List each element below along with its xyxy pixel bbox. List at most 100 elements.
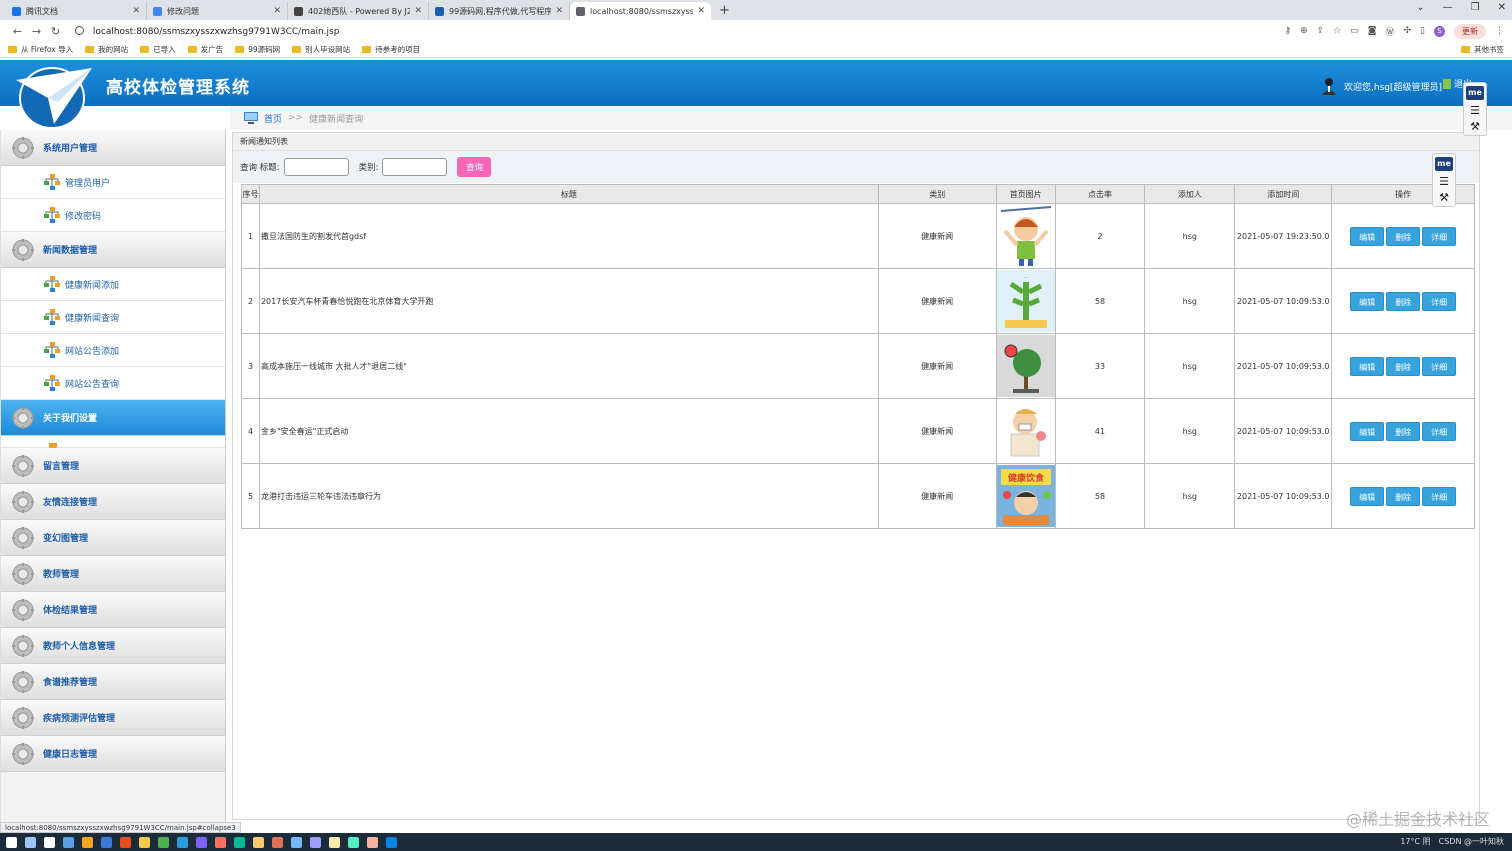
delete-button[interactable]: 删除 [1386, 356, 1421, 376]
browser-tab[interactable]: 402她西队 - Powered By J2eeF✕ [288, 2, 429, 20]
taskbar-app-icon[interactable] [291, 836, 302, 848]
taskbar-app-icon[interactable] [120, 836, 131, 848]
maximize-icon[interactable]: ❐ [1471, 2, 1480, 13]
bookmark-item[interactable]: 99源码网 [235, 44, 280, 55]
detail-button[interactable]: 详细 [1422, 291, 1457, 311]
back-icon[interactable]: ← [8, 25, 27, 38]
chevron-down-icon[interactable]: ⌄ [1416, 2, 1424, 13]
taskbar-app-icon[interactable] [386, 836, 397, 848]
camera-icon[interactable]: ◙ [1368, 26, 1377, 36]
sidebar-section-4[interactable]: 留言管理 [1, 448, 225, 484]
taskbar-app-icon[interactable] [272, 836, 283, 848]
reload-icon[interactable]: ↻ [46, 25, 65, 38]
delete-button[interactable]: 删除 [1386, 486, 1421, 506]
close-icon[interactable]: ✕ [132, 6, 140, 16]
sidebar-section-12[interactable]: 健康日志管理 [1, 736, 225, 772]
zoom-icon[interactable]: ⊕ [1300, 26, 1308, 36]
detail-button[interactable]: 详细 [1422, 226, 1457, 246]
taskbar-app-icon[interactable] [101, 836, 112, 848]
taskbar-app-icon[interactable] [63, 836, 74, 848]
bookmark-item[interactable]: 发广告 [187, 44, 223, 55]
sidebar-section-2[interactable]: 新闻数据管理 [1, 232, 225, 268]
edit-button[interactable]: 编辑 [1350, 421, 1385, 441]
windows-start-icon[interactable] [6, 836, 17, 848]
sidebar-section-6[interactable]: 变幻图管理 [1, 520, 225, 556]
sidebar-section-11[interactable]: 疾病预测评估管理 [1, 700, 225, 736]
close-window-icon[interactable]: ✕ [1498, 2, 1506, 13]
taskbar-app-icon[interactable] [234, 836, 245, 848]
list-icon[interactable]: ☰ [1439, 176, 1449, 187]
cast-icon[interactable]: ▭ [1350, 26, 1359, 36]
magic-wand-icon[interactable]: ⚒ [1470, 121, 1480, 132]
edit-button[interactable]: 编辑 [1350, 226, 1385, 246]
list-icon[interactable]: ☰ [1470, 105, 1480, 116]
detail-button[interactable]: 详细 [1422, 356, 1457, 376]
sidebar-icon[interactable]: ▯ [1420, 26, 1425, 36]
browser-tab[interactable]: 腾讯文档 ✕ [6, 2, 147, 20]
magic-wand-icon[interactable]: ⚒ [1439, 192, 1449, 203]
taskbar-app-icon[interactable] [158, 836, 169, 848]
delete-button[interactable]: 删除 [1386, 421, 1421, 441]
news-thumbnail-green-figure[interactable]: ··· [996, 270, 1055, 332]
news-thumbnail-sick-boy[interactable] [996, 400, 1055, 462]
bookmark-item[interactable]: 已导入 [140, 44, 176, 55]
edit-button[interactable]: 编辑 [1350, 486, 1385, 506]
site-info-icon[interactable] [75, 25, 84, 35]
me-extension-badge[interactable]: me [1466, 86, 1484, 100]
edit-button[interactable]: 编辑 [1350, 356, 1385, 376]
update-button[interactable]: 更新 [1454, 23, 1486, 39]
browser-tab[interactable]: 修改问题 ✕ [147, 2, 288, 20]
sidebar-section-3[interactable]: 关于我们设置 [1, 400, 225, 436]
taskbar-app-icon[interactable] [253, 836, 264, 848]
close-icon[interactable]: ✕ [414, 6, 422, 16]
detail-button[interactable]: 详细 [1422, 421, 1457, 441]
wordpress-icon[interactable]: Ⓦ [1385, 25, 1394, 38]
taskbar-app-icon[interactable] [25, 836, 36, 848]
taskbar-app-icon[interactable] [367, 836, 378, 848]
news-thumbnail-healthy-diet[interactable]: 健康饮食 [996, 465, 1055, 527]
forward-icon[interactable]: → [27, 25, 46, 38]
edit-button[interactable]: 编辑 [1350, 291, 1385, 311]
taskbar-app-icon[interactable] [44, 836, 55, 848]
share-icon[interactable]: ⇪ [1317, 26, 1325, 36]
sidebar-section-8[interactable]: 体检结果管理 [1, 592, 225, 628]
news-thumbnail-cartoon-boy[interactable] [996, 205, 1055, 267]
close-icon[interactable]: ✕ [273, 6, 281, 16]
taskbar-app-icon[interactable] [82, 836, 93, 848]
browser-tab[interactable]: localhost:8080/ssmszxysszxwzhs✕ [570, 2, 711, 20]
taskbar-app-icon[interactable] [139, 836, 150, 848]
new-tab-icon[interactable]: + [719, 2, 730, 20]
bookmark-item[interactable]: 待参考的项目 [362, 44, 420, 55]
taskbar-app-icon[interactable] [348, 836, 359, 848]
delete-button[interactable]: 删除 [1386, 291, 1421, 311]
detail-button[interactable]: 详细 [1422, 486, 1457, 506]
taskbar-app-icon[interactable] [196, 836, 207, 848]
category-search-input[interactable] [382, 158, 448, 176]
puzzle-icon[interactable]: ✣ [1404, 26, 1412, 36]
sidebar-section-10[interactable]: 食谱推荐管理 [1, 664, 225, 700]
bookmark-item[interactable]: 从 Firefox 导入 [8, 44, 73, 55]
other-bookmarks[interactable]: 其他书签 [1461, 44, 1504, 55]
browser-tab[interactable]: 99源码网,程序代做,代写程序代码✕ [429, 2, 570, 20]
news-thumbnail-green-tree[interactable] [996, 335, 1055, 397]
bookmark-item[interactable]: 别人毕设网站 [292, 44, 350, 55]
title-search-input[interactable] [283, 158, 349, 176]
url-field[interactable]: localhost:8080/ssmszxysszxwzhsg9791W3CC/… [75, 25, 1284, 37]
taskbar-app-icon[interactable] [215, 836, 226, 848]
menu-icon[interactable]: ⋮ [1495, 26, 1504, 36]
sidebar-section-7[interactable]: 教师管理 [1, 556, 225, 592]
taskbar-app-icon[interactable] [310, 836, 321, 848]
me-extension-badge-2[interactable]: me [1435, 157, 1453, 171]
sidebar-section-1[interactable]: 系统用户管理 [1, 130, 225, 166]
sidebar-section-9[interactable]: 教师个人信息管理 [1, 628, 225, 664]
sidebar-item[interactable]: 网站公告查询 [1, 367, 225, 400]
close-icon[interactable]: ✕ [555, 6, 563, 16]
taskbar-app-icon[interactable] [329, 836, 340, 848]
sidebar-item[interactable]: 健康新闻查询 [1, 301, 225, 334]
star-icon[interactable]: ☆ [1333, 26, 1341, 36]
taskbar-app-icon[interactable] [177, 836, 188, 848]
key-icon[interactable]: ⚷ [1284, 26, 1291, 36]
sidebar-item[interactable]: 网站公告添加 [1, 334, 225, 367]
query-button[interactable]: 查询 [457, 157, 492, 177]
sidebar-item[interactable]: 健康新闻添加 [1, 268, 225, 301]
